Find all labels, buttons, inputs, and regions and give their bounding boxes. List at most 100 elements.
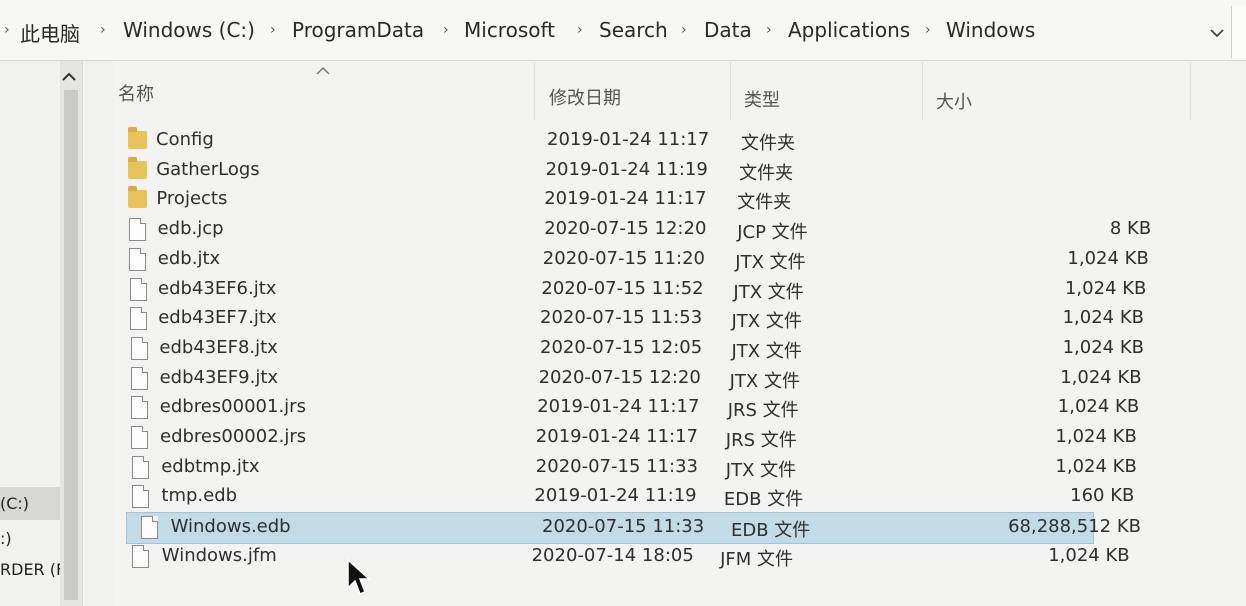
- file-icon: [131, 426, 148, 449]
- file-type: 文件夹: [741, 133, 795, 154]
- file-date: 2020-07-15 11:20: [542, 248, 705, 269]
- file-type: EDB 文件: [723, 489, 804, 510]
- file-icon: [130, 367, 148, 390]
- breadcrumb-applications[interactable]: Applications: [788, 18, 910, 42]
- address-bar[interactable]: › 此电脑 › Windows (C:) › ProgramData › Mic…: [0, 0, 1246, 61]
- file-icon: [129, 218, 147, 241]
- breadcrumb-drive-c[interactable]: Windows (C:): [123, 18, 255, 42]
- file-icon: [130, 396, 148, 419]
- file-icon: [129, 248, 147, 271]
- file-date: 2020-07-15 12:05: [540, 337, 703, 358]
- breadcrumb-separator[interactable]: ›: [100, 22, 106, 38]
- file-row[interactable]: edb.jcp 2020-07-15 12:20 JCP 文件 8 KB: [116, 215, 1151, 245]
- breadcrumb-separator: ›: [4, 22, 10, 38]
- file-name: Windows.edb: [170, 516, 291, 537]
- file-row[interactable]: edb.jtx 2020-07-15 11:20 JTX 文件 1,024 KB: [115, 245, 1149, 275]
- file-name: GatherLogs: [156, 159, 260, 180]
- file-type: JTX 文件: [731, 311, 802, 332]
- file-size: 8 KB: [1109, 218, 1152, 239]
- file-date: 2019-01-24 11:17: [544, 188, 707, 209]
- file-name: Windows.jfm: [161, 545, 277, 566]
- file-icon: [129, 307, 147, 330]
- file-type: JTX 文件: [725, 460, 797, 481]
- nav-item-drive-e[interactable]: :): [0, 529, 12, 548]
- file-icon: [130, 337, 148, 360]
- file-row[interactable]: edb43EF7.jtx 2020-07-15 11:53 JTX 文件 1,024 …: [113, 304, 1144, 334]
- column-header-name[interactable]: 名称: [118, 80, 154, 106]
- file-row[interactable]: Windows.jfm 2020-07-14 18:05 JFM 文件 1,024 K…: [107, 542, 1130, 572]
- scroll-up-icon[interactable]: [62, 70, 76, 85]
- file-size: 1,024 KB: [1048, 545, 1130, 566]
- file-name: edbtmp.jtx: [161, 456, 260, 477]
- breadcrumb-data[interactable]: Data: [704, 18, 752, 42]
- file-size: 1,024 KB: [1067, 248, 1149, 269]
- file-name: edbres00002.jrs: [160, 426, 307, 447]
- file-row[interactable]: Projects 2019-01-24 11:17 文件夹: [116, 185, 1116, 215]
- breadcrumb-separator[interactable]: ›: [577, 22, 583, 38]
- file-type: JRS 文件: [727, 400, 799, 421]
- breadcrumb-separator[interactable]: ›: [766, 22, 772, 38]
- column-header-type[interactable]: 类型: [744, 86, 780, 112]
- file-name: Projects: [156, 188, 228, 209]
- file-name: edb43EF7.jtx: [158, 307, 277, 328]
- folder-icon: [128, 186, 148, 208]
- column-divider[interactable]: [922, 62, 923, 120]
- file-name: Config: [156, 129, 214, 150]
- file-date: 2020-07-15 11:53: [540, 307, 703, 328]
- file-type: JTX 文件: [735, 252, 806, 273]
- breadcrumb-separator[interactable]: ›: [443, 22, 449, 38]
- breadcrumb-separator[interactable]: ›: [270, 22, 276, 38]
- refresh-button-edge[interactable]: [1231, 6, 1246, 58]
- column-header-date[interactable]: 修改日期: [549, 84, 621, 110]
- file-row[interactable]: GatherLogs 2019-01-24 11:19 文件夹: [117, 156, 1117, 186]
- file-size: 1,024 KB: [1055, 426, 1137, 447]
- column-divider[interactable]: [1190, 62, 1191, 120]
- nav-item-drive-c[interactable]: (C:): [0, 494, 29, 513]
- file-date: 2020-07-15 11:52: [541, 278, 704, 299]
- file-type: JFM 文件: [720, 549, 794, 570]
- file-row[interactable]: tmp.edb 2019-01-24 11:19 EDB 文件 160 KB: [109, 482, 1134, 512]
- file-row[interactable]: edbtmp.jtx 2020-07-15 11:33 JTX 文件 1,024 KB: [110, 453, 1137, 483]
- file-row[interactable]: Config 2019-01-24 11:17 文件夹: [118, 126, 1118, 156]
- file-size: 1,024 KB: [1062, 307, 1144, 328]
- file-size: 1,024 KB: [1057, 396, 1140, 417]
- file-icon: [132, 545, 150, 568]
- file-type: JTX 文件: [731, 341, 802, 362]
- file-date: 2019-01-24 11:19: [545, 159, 708, 180]
- breadcrumb-search[interactable]: Search: [599, 18, 668, 42]
- column-divider[interactable]: [534, 62, 535, 120]
- file-row[interactable]: edbres00002.jrs 2019-01-24 11:17 JRS 文件 1,0…: [110, 423, 1137, 453]
- column-divider[interactable]: [730, 62, 731, 120]
- file-name: edb43EF9.jtx: [159, 367, 279, 388]
- breadcrumb-programdata[interactable]: ProgramData: [292, 18, 424, 42]
- file-type: JTX 文件: [729, 371, 800, 392]
- file-date: 2019-01-24 11:17: [535, 426, 698, 447]
- file-row[interactable]: edb43EF8.jtx 2020-07-15 12:05 JTX 文件 1,024 …: [113, 334, 1144, 364]
- file-date: 2019-01-24 11:17: [547, 129, 710, 150]
- folder-icon: [128, 127, 147, 149]
- mouse-cursor-icon: [347, 558, 371, 595]
- breadcrumb-separator[interactable]: ›: [925, 22, 931, 38]
- file-row[interactable]: edbres00001.jrs 2019-01-24 11:17 JRS 文件 1,0…: [111, 393, 1139, 423]
- file-type: EDB 文件: [731, 520, 811, 541]
- breadcrumb-microsoft[interactable]: Microsoft: [464, 18, 555, 42]
- file-type: JRS 文件: [725, 430, 797, 451]
- file-row[interactable]: Windows.edb 2020-07-15 11:33 EDB 文件 68,288,…: [126, 512, 1141, 544]
- file-name: edb43EF8.jtx: [159, 337, 278, 358]
- file-size: 68,288,512 KB: [1008, 516, 1141, 537]
- nav-scrollbar-thumb[interactable]: [64, 90, 78, 600]
- breadcrumb-windows[interactable]: Windows: [946, 18, 1035, 42]
- chevron-down-icon[interactable]: [1210, 24, 1224, 42]
- breadcrumb-this-pc[interactable]: 此电脑: [20, 18, 80, 47]
- file-row[interactable]: edb43EF6.jtx 2020-07-15 11:52 JTX 文件 1,024 …: [114, 275, 1146, 305]
- breadcrumb-separator[interactable]: ›: [681, 22, 687, 38]
- file-date: 2019-01-24 11:17: [537, 396, 700, 417]
- file-name: edb.jcp: [157, 218, 224, 239]
- file-name: tmp.edb: [161, 485, 238, 506]
- file-name: edbres00001.jrs: [159, 396, 306, 417]
- file-type: 文件夹: [739, 163, 794, 184]
- column-header-size[interactable]: 大小: [936, 88, 972, 114]
- file-row[interactable]: edb43EF9.jtx 2020-07-15 12:20 JTX 文件 1,024 …: [112, 364, 1142, 394]
- file-date: 2020-07-15 12:20: [544, 218, 707, 239]
- file-size: 1,024 KB: [1055, 456, 1137, 477]
